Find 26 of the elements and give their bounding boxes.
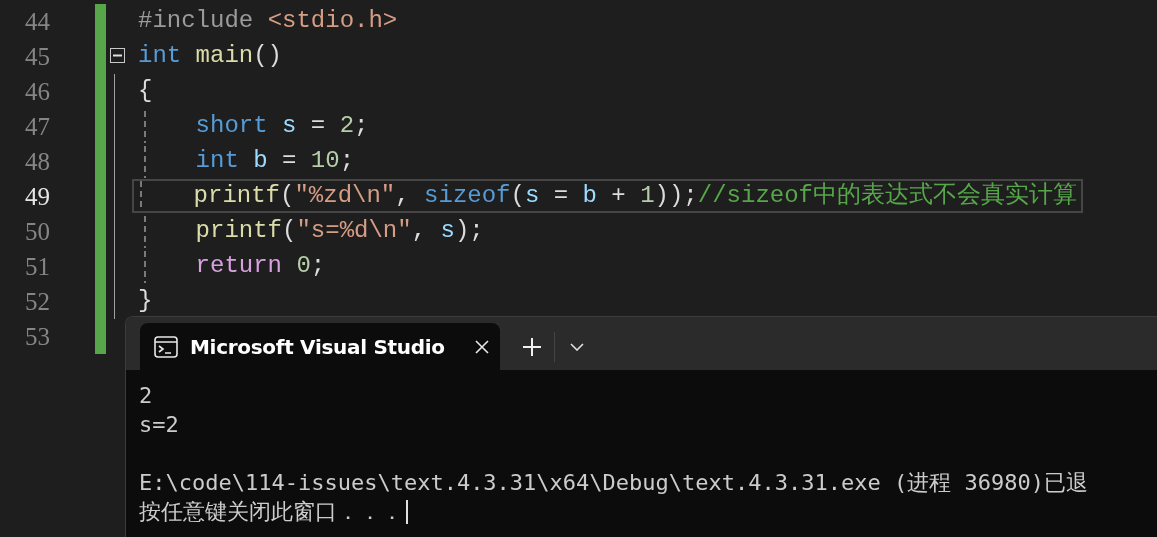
code-line: int main() [137,41,284,71]
line-number: 50 [24,216,50,247]
line-number: 51 [24,251,50,282]
code-line: { [137,76,154,106]
text-cursor [406,499,408,524]
output-line: 按任意键关闭此窗口．．． [139,498,403,526]
line-number: 46 [24,76,50,107]
output-line: 2 [139,382,153,410]
line-number: 49 [24,181,50,212]
close-icon[interactable] [474,339,489,354]
terminal-icon [154,335,178,358]
output-line: E:\code\114-issues\text.4.3.31\x64\Debug\text.4.3.31.exe (进程 36980)已退 [139,469,1088,497]
tab-title: Microsoft Visual Studio [190,334,445,359]
line-number: 44 [24,6,50,37]
line-number: 53 [24,321,50,352]
chevron-down-icon [570,343,584,351]
line-number: 52 [24,286,50,317]
code-line: } [137,286,154,316]
plus-icon [522,337,542,357]
terminal-tab[interactable]: Microsoft Visual Studio [140,323,500,370]
line-number: 47 [24,111,50,142]
line-number: 48 [24,146,50,177]
collapse-icon[interactable] [109,48,125,63]
code-line: #include <stdio.h> [137,6,399,36]
line-number: 45 [24,41,50,72]
output-line: s=2 [139,411,179,439]
